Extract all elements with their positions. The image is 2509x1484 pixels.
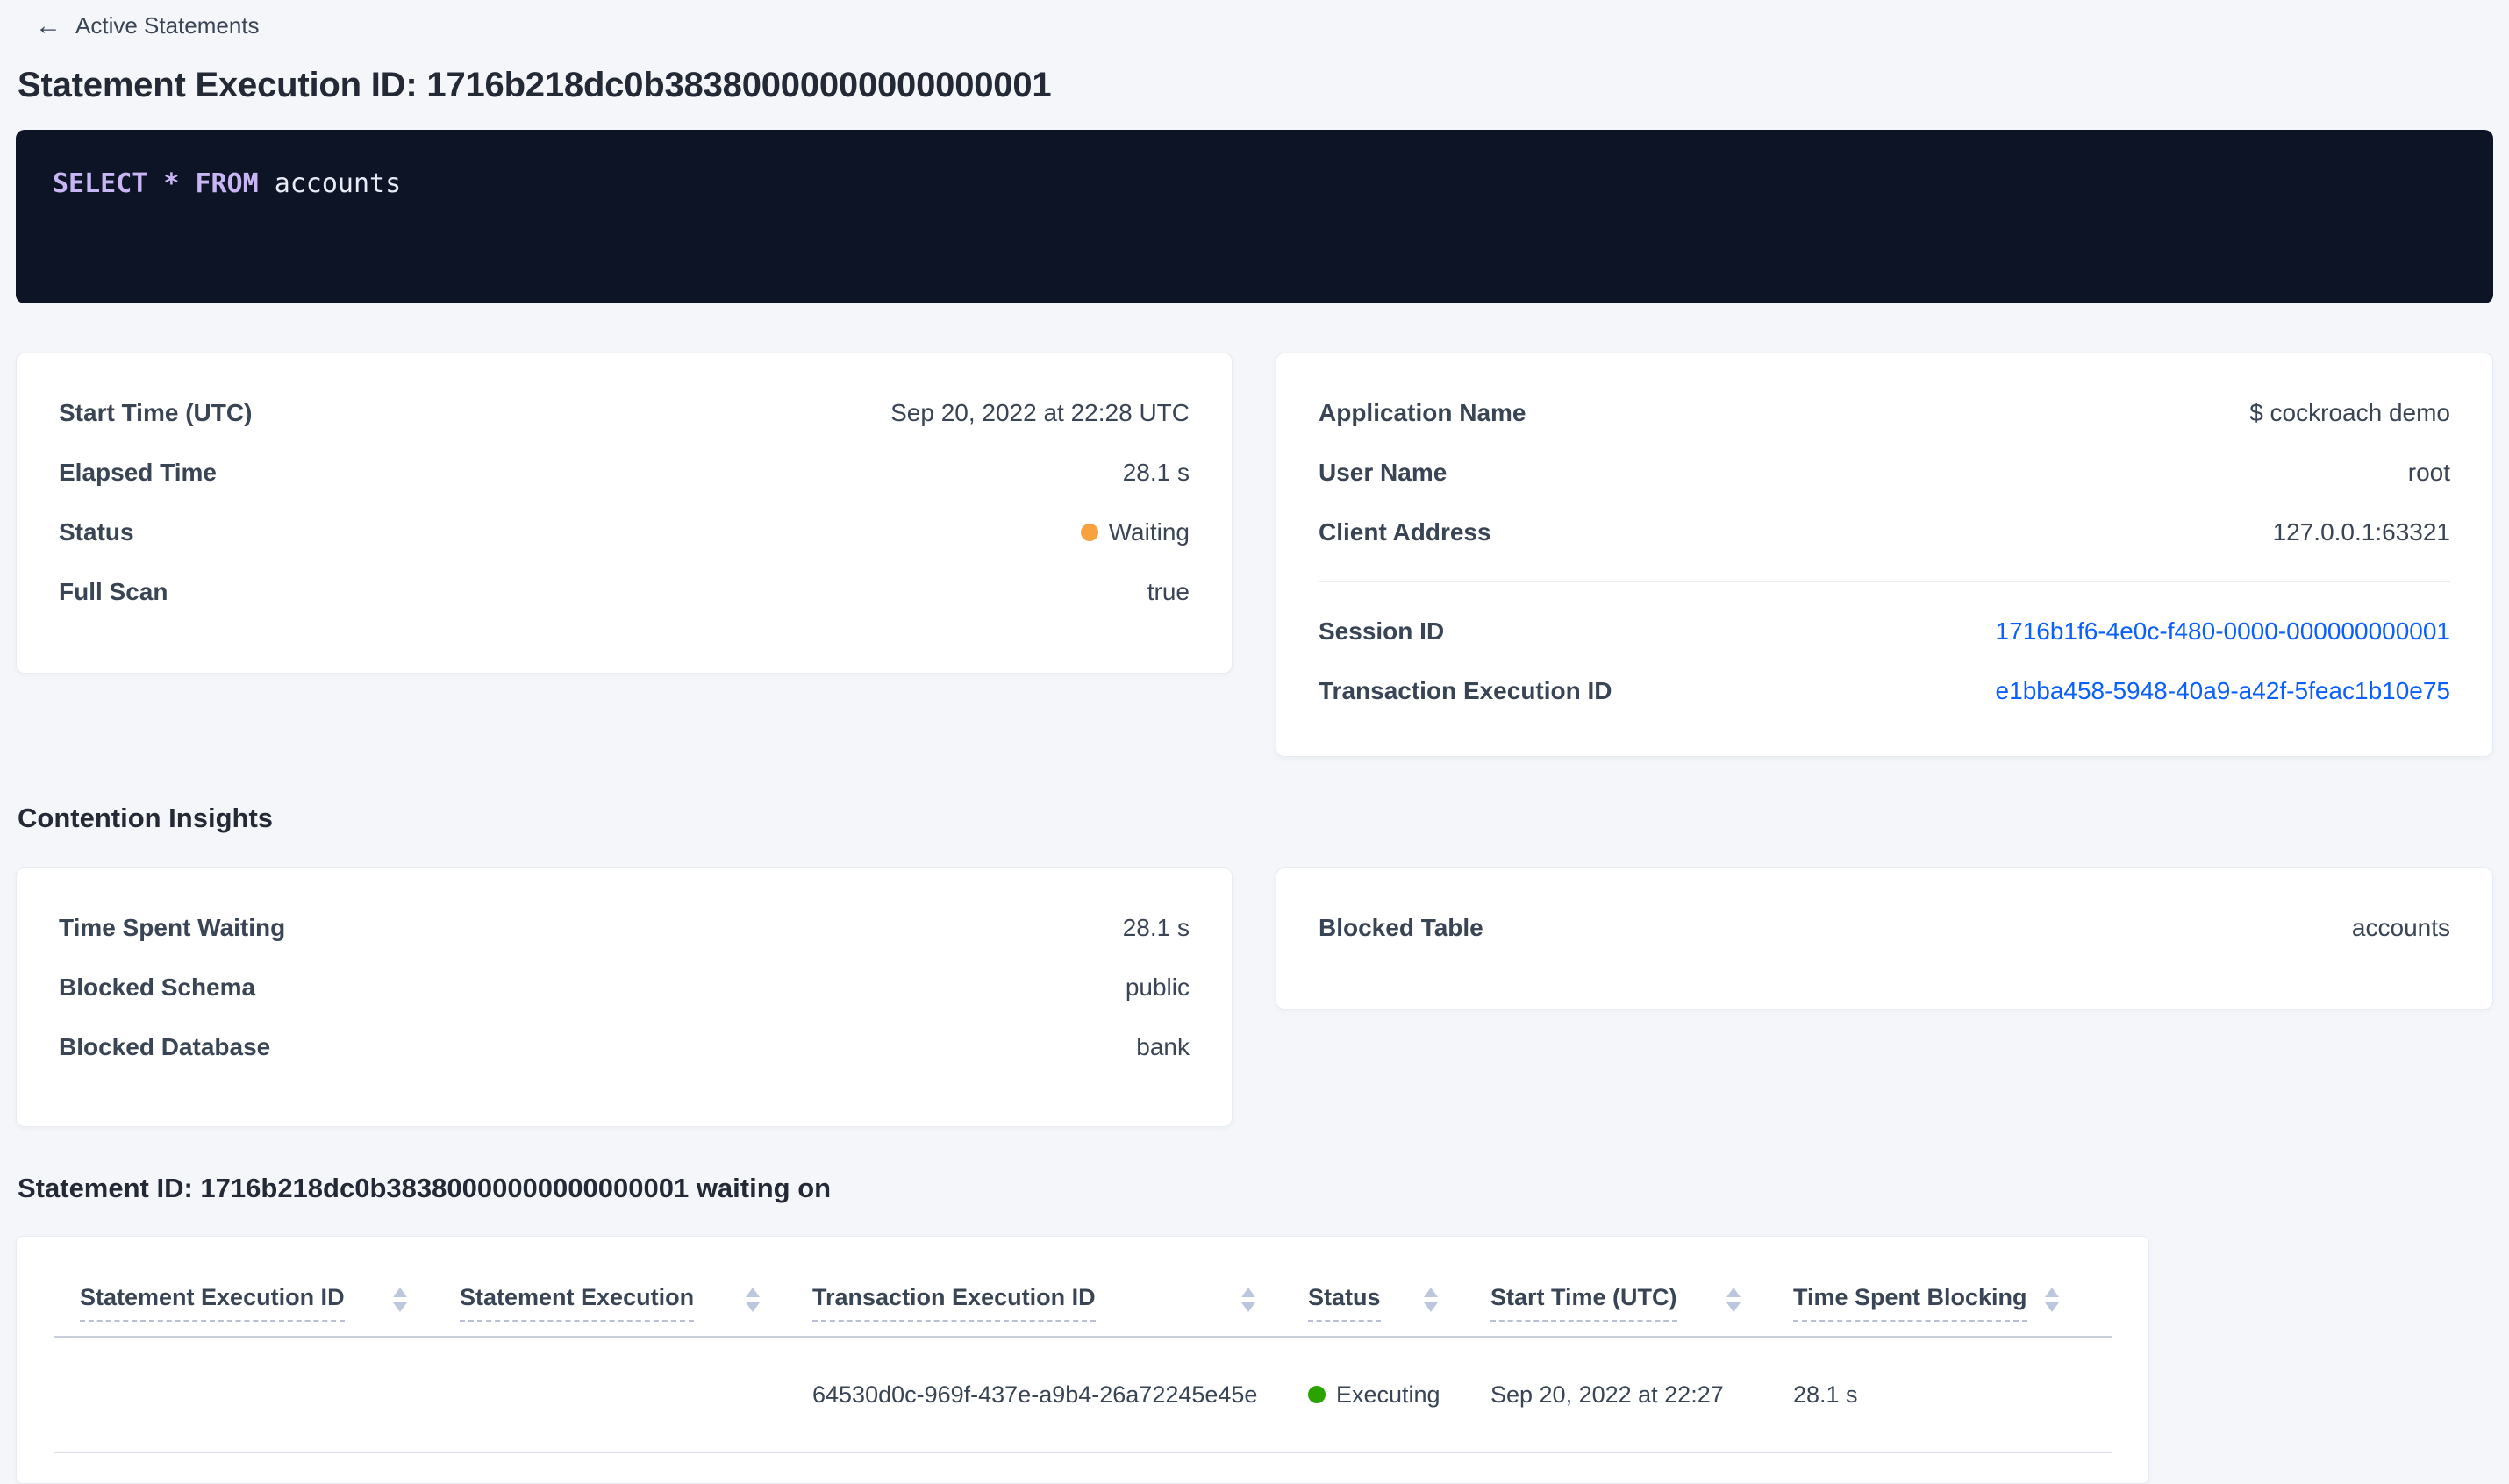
column-header-time-spent-blocking[interactable]: Time Spent Blocking [1793, 1284, 2112, 1322]
blocked-schema-label: Blocked Schema [59, 974, 256, 1001]
full-scan-row: Full Scan true [17, 562, 1232, 622]
cell-status: Executing [1308, 1381, 1490, 1409]
column-header-label: Statement Execution ID [80, 1284, 345, 1322]
status-label: Status [59, 518, 134, 546]
contention-insights-heading: Contention Insights [18, 803, 274, 833]
elapsed-time-row: Elapsed Time 28.1 s [17, 443, 1232, 503]
card-divider [1319, 581, 2450, 582]
blocked-schema-value: public [1125, 974, 1190, 1001]
blocked-schema-row: Blocked Schema public [17, 958, 1232, 1017]
application-name-value: $ cockroach demo [2249, 399, 2450, 426]
session-info-card: Application Name $ cockroach demo User N… [1276, 353, 2493, 757]
sql-statement-box: SELECT * FROM accounts [16, 130, 2493, 303]
sql-keyword-select: SELECT [53, 168, 148, 199]
table-header-row: Statement Execution ID Statement Executi… [54, 1237, 2112, 1338]
contention-details-card: Time Spent Waiting 28.1 s Blocked Schema… [16, 867, 1233, 1127]
column-header-label: Statement Execution [460, 1284, 695, 1322]
application-name-label: Application Name [1319, 399, 1526, 426]
blocked-database-row: Blocked Database bank [17, 1017, 1232, 1077]
contention-section: Time Spent Waiting 28.1 s Blocked Schema… [16, 867, 2493, 1127]
blocked-database-label: Blocked Database [59, 1033, 271, 1060]
transaction-execution-id-link[interactable]: e1bba458-5948-40a9-a42f-5feac1b10e75 [1996, 677, 2450, 705]
page-title: Statement Execution ID: 1716b218dc0b3838… [18, 66, 1052, 104]
status-value: Waiting [1080, 518, 1190, 546]
elapsed-time-value: 28.1 s [1122, 459, 1190, 486]
column-header-statement-execution[interactable]: Statement Execution [460, 1284, 812, 1322]
column-header-statement-execution-id[interactable]: Statement Execution ID [80, 1284, 460, 1322]
user-name-value: root [2407, 459, 2450, 486]
overview-section: Start Time (UTC) Sep 20, 2022 at 22:28 U… [16, 353, 2493, 757]
sql-table-name: accounts [274, 168, 402, 199]
sql-star: * [163, 168, 180, 199]
elapsed-time-label: Elapsed Time [59, 459, 218, 486]
column-header-transaction-execution-id[interactable]: Transaction Execution ID [812, 1284, 1308, 1322]
sort-icon[interactable] [1241, 1284, 1255, 1312]
column-header-start-time[interactable]: Start Time (UTC) [1490, 1284, 1793, 1322]
back-arrow-icon: ← [35, 11, 61, 40]
transaction-execution-id-row: Transaction Execution ID e1bba458-5948-4… [1276, 661, 2492, 721]
breadcrumb-label: Active Statements [75, 12, 260, 39]
column-header-label: Status [1308, 1284, 1381, 1322]
blocked-table-value: accounts [2351, 914, 2450, 941]
client-address-value: 127.0.0.1:63321 [2272, 518, 2450, 546]
full-scan-value: true [1147, 578, 1190, 605]
column-header-label: Start Time (UTC) [1490, 1284, 1677, 1322]
column-header-label: Time Spent Blocking [1793, 1284, 2027, 1322]
table-row: 64530d0c-969f-437e-a9b4-26a72245e45e Exe… [54, 1338, 2112, 1453]
status-text: Waiting [1108, 518, 1190, 546]
session-id-link[interactable]: 1716b1f6-4e0c-f480-0000-000000000001 [1996, 617, 2450, 646]
statement-overview-card: Start Time (UTC) Sep 20, 2022 at 22:28 U… [16, 353, 1233, 674]
cell-transaction-execution-id: 64530d0c-969f-437e-a9b4-26a72245e45e [812, 1381, 1258, 1408]
client-address-label: Client Address [1319, 518, 1491, 546]
column-header-label: Transaction Execution ID [812, 1284, 1096, 1322]
sort-icon[interactable] [1726, 1284, 1741, 1312]
sort-icon[interactable] [393, 1284, 407, 1312]
client-address-row: Client Address 127.0.0.1:63321 [1276, 503, 2492, 562]
sort-icon[interactable] [1424, 1284, 1438, 1312]
time-spent-waiting-value: 28.1 s [1122, 914, 1190, 941]
full-scan-label: Full Scan [59, 578, 168, 605]
blocked-table-row: Blocked Table accounts [1276, 898, 2492, 958]
transaction-execution-id-label: Transaction Execution ID [1319, 677, 1612, 704]
start-time-value: Sep 20, 2022 at 22:28 UTC [890, 399, 1190, 426]
user-name-row: User Name root [1276, 443, 2492, 503]
cell-time-spent-blocking: 28.1 s [1793, 1381, 1858, 1408]
blocked-database-value: bank [1136, 1033, 1190, 1060]
waiting-on-heading: Statement ID: 1716b218dc0b38380000000000… [18, 1173, 832, 1203]
time-spent-waiting-row: Time Spent Waiting 28.1 s [17, 898, 1232, 958]
status-executing-dot-icon [1308, 1386, 1326, 1403]
cell-start-time: Sep 20, 2022 at 22:27 [1490, 1381, 1724, 1408]
start-time-row: Start Time (UTC) Sep 20, 2022 at 22:28 U… [17, 383, 1232, 443]
blocked-table-card: Blocked Table accounts [1276, 867, 2493, 1010]
status-waiting-dot-icon [1080, 524, 1098, 541]
blocked-table-label: Blocked Table [1319, 914, 1483, 941]
breadcrumb-back-link[interactable]: ← Active Statements [16, 7, 279, 45]
start-time-label: Start Time (UTC) [59, 399, 253, 426]
sort-icon[interactable] [2045, 1284, 2059, 1312]
sort-icon[interactable] [746, 1284, 760, 1312]
time-spent-waiting-label: Time Spent Waiting [59, 914, 286, 941]
cell-status-text: Executing [1336, 1381, 1440, 1408]
session-id-label: Session ID [1319, 617, 1445, 645]
statement-details-page: ← Active Statements Statement Execution … [0, 0, 2509, 1484]
sql-keyword-from: FROM [195, 168, 259, 199]
column-header-status[interactable]: Status [1308, 1284, 1490, 1322]
application-name-row: Application Name $ cockroach demo [1276, 383, 2492, 443]
user-name-label: User Name [1319, 459, 1448, 486]
status-row: Status Waiting [17, 503, 1232, 562]
session-id-row: Session ID 1716b1f6-4e0c-f480-0000-00000… [1276, 602, 2492, 661]
